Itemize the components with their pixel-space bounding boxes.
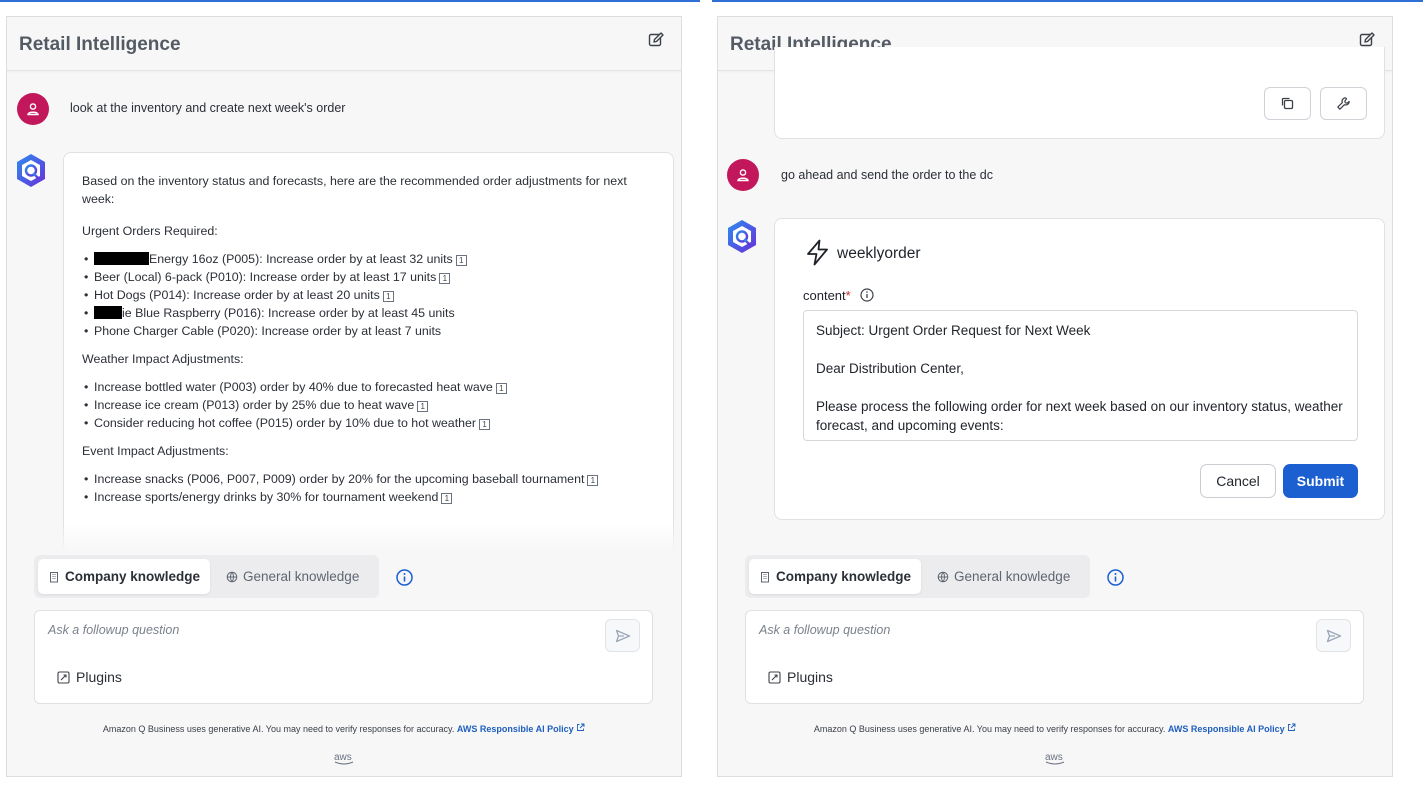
person-icon (27, 103, 39, 116)
list-item: Phone Charger Cable (P020): Increase ord… (84, 322, 662, 340)
copy-button[interactable] (1264, 87, 1311, 120)
list-item: Increase bottled water (P003) order by 4… (84, 378, 662, 396)
send-button[interactable] (1316, 619, 1351, 652)
cancel-button[interactable]: Cancel (1200, 464, 1276, 498)
chat-panel-right: Retail Intelligence go ahead and send th… (717, 16, 1393, 777)
list-item: ie Blue Raspberry (P016): Increase order… (84, 304, 662, 322)
textarea-line: Please process the following order for n… (816, 399, 1343, 433)
list-item: Increase ice cream (P013) order by 25% d… (84, 396, 662, 414)
input-placeholder: Ask a followup question (759, 623, 891, 637)
amazon-q-avatar-icon (724, 218, 760, 256)
user-message: go ahead and send the order to the dc (781, 168, 993, 182)
previous-response-footer (774, 47, 1385, 139)
redaction-block (94, 252, 149, 265)
list-item: Consider reducing hot coffee (P015) orde… (84, 414, 662, 432)
section-heading: Weather Impact Adjustments: (82, 352, 244, 366)
citation-marker[interactable]: 1 (587, 475, 599, 486)
plugin-icon (57, 670, 70, 684)
plugins-button[interactable]: Plugins (57, 669, 122, 685)
info-icon[interactable] (1107, 569, 1124, 586)
send-button[interactable] (605, 619, 640, 652)
wrench-icon (1337, 97, 1350, 110)
content-textarea[interactable]: Subject: Urgent Order Request for Next W… (803, 310, 1358, 441)
plugin-action-form: weeklyorder content* Subject: Urgent Ord… (774, 218, 1385, 520)
citation-marker[interactable]: 1 (495, 383, 507, 394)
list-item: Beer (Local) 6-pack (P010): Increase ord… (84, 268, 662, 286)
copy-icon (1281, 97, 1294, 110)
ai-disclaimer: Amazon Q Business uses generative AI. Yo… (718, 723, 1392, 734)
citation-marker[interactable]: 1 (417, 401, 429, 412)
submit-button[interactable]: Submit (1283, 464, 1358, 498)
citation-marker[interactable]: 1 (441, 493, 453, 504)
weather-adjustments-list: Increase bottled water (P003) order by 4… (84, 378, 662, 432)
amazon-q-avatar-icon (13, 152, 49, 190)
company-knowledge-tab[interactable]: Company knowledge (749, 559, 922, 594)
app-title: Retail Intelligence (19, 34, 181, 55)
followup-input[interactable]: Ask a followup question Plugins (34, 610, 653, 704)
plugin-title: weeklyorder (837, 245, 921, 262)
input-placeholder: Ask a followup question (48, 623, 180, 637)
globe-icon (937, 571, 949, 582)
content-field-label: content* (803, 288, 874, 303)
external-link-icon (577, 723, 585, 731)
list-item: Increase sports/energy drinks by 30% for… (84, 488, 662, 506)
list-item: Hot Dogs (P014): Increase order by at le… (84, 286, 662, 304)
section-heading: Urgent Orders Required: (82, 224, 218, 238)
user-message: look at the inventory and create next we… (70, 101, 346, 115)
citation-marker[interactable]: 1 (455, 255, 467, 266)
external-link-icon (1288, 723, 1296, 731)
followup-input[interactable]: Ask a followup question Plugins (745, 610, 1364, 704)
textarea-line: Subject: Urgent Order Request for Next W… (816, 323, 1091, 338)
general-knowledge-tab[interactable]: General knowledge (927, 559, 1080, 594)
list-item: Increase snacks (P006, P007, P009) order… (84, 470, 662, 488)
knowledge-toggle: Company knowledge General knowledge (34, 555, 379, 598)
chat-panel-left: Retail Intelligence look at the inventor… (6, 16, 682, 777)
redaction-block (94, 306, 122, 319)
citation-marker[interactable]: 1 (439, 273, 451, 284)
top-accent-line (712, 0, 1423, 2)
info-icon[interactable] (396, 569, 413, 586)
textarea-line: Dear Distribution Center, (816, 361, 964, 376)
responsible-ai-policy-link[interactable]: AWS Responsible AI Policy (457, 723, 585, 734)
aws-logo: aws (1045, 752, 1067, 766)
aws-logo: aws (334, 752, 356, 766)
plugin-icon (768, 670, 781, 684)
info-icon[interactable] (860, 288, 874, 302)
urgent-orders-list: Energy 16oz (P005): Increase order by at… (84, 250, 662, 340)
responsible-ai-policy-link[interactable]: AWS Responsible AI Policy (1168, 723, 1296, 734)
assistant-response: Based on the inventory status and foreca… (63, 152, 674, 552)
person-icon (737, 169, 749, 182)
send-icon (615, 629, 630, 642)
general-knowledge-tab[interactable]: General knowledge (216, 559, 369, 594)
section-heading: Event Impact Adjustments: (82, 444, 229, 458)
company-knowledge-tab[interactable]: Company knowledge (38, 559, 211, 594)
event-adjustments-list: Increase snacks (P006, P007, P009) order… (84, 470, 662, 506)
citation-marker[interactable]: 1 (382, 291, 394, 302)
user-avatar (727, 159, 759, 191)
building-icon (50, 571, 58, 582)
building-icon (761, 571, 769, 582)
knowledge-toggle: Company knowledge General knowledge (745, 555, 1090, 598)
chat-header: Retail Intelligence (7, 17, 681, 71)
lightning-icon (807, 239, 828, 266)
scroll-fade (7, 522, 681, 552)
citation-marker[interactable]: 1 (479, 419, 491, 430)
send-icon (1326, 629, 1341, 642)
user-avatar (17, 93, 49, 125)
wrench-button[interactable] (1320, 87, 1367, 120)
globe-icon (226, 571, 238, 582)
plugins-button[interactable]: Plugins (768, 669, 833, 685)
response-intro: Based on the inventory status and foreca… (82, 174, 627, 206)
ai-disclaimer: Amazon Q Business uses generative AI. Yo… (7, 723, 681, 734)
top-accent-line (0, 0, 700, 2)
list-item: Energy 16oz (P005): Increase order by at… (84, 250, 662, 268)
new-chat-edit-icon[interactable] (647, 31, 665, 49)
